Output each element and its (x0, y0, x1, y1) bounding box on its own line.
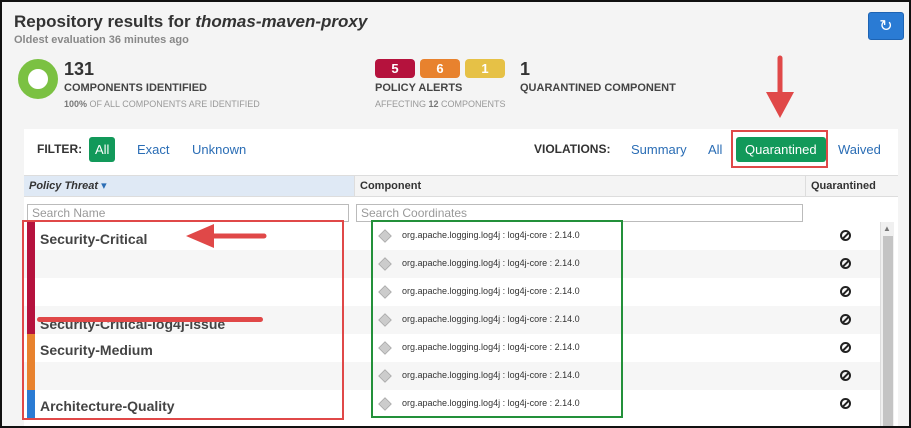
repository-results-page: Repository results for thomas-maven-prox… (0, 0, 911, 428)
annotation-arrows (186, 55, 794, 248)
left-arrow-icon (186, 224, 267, 248)
down-arrow-icon (766, 55, 794, 118)
